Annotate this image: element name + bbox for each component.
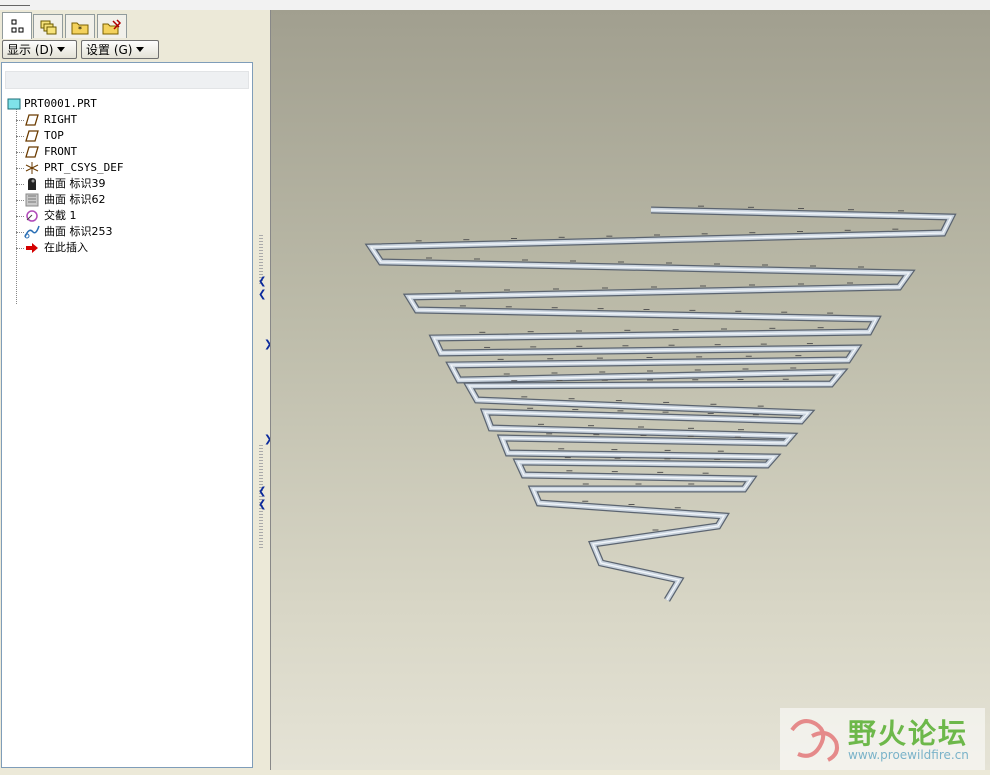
model-tree-icon bbox=[11, 19, 24, 33]
tree-item-label: RIGHT bbox=[44, 113, 78, 126]
favorites-tools-icon bbox=[102, 18, 122, 34]
show-dropdown-button[interactable]: 显示 (D) bbox=[2, 40, 77, 59]
splitter-grip[interactable] bbox=[259, 445, 263, 550]
watermark-brand: 野火论坛 bbox=[848, 717, 969, 750]
tree-connector bbox=[16, 216, 24, 217]
surface-icon bbox=[24, 177, 40, 191]
tree-item-front[interactable]: FRONT bbox=[2, 144, 252, 160]
chevron-down-icon bbox=[57, 47, 66, 52]
watermark-url: www.proewildfire.cn bbox=[848, 748, 969, 762]
datum-plane-icon bbox=[24, 145, 40, 159]
svg-text:*: * bbox=[78, 25, 82, 34]
tree-connector bbox=[16, 200, 24, 201]
tree-connector bbox=[16, 184, 24, 185]
tree-item-label: FRONT bbox=[44, 145, 78, 158]
3d-graphics-viewport[interactable] bbox=[270, 10, 990, 770]
tab-layers[interactable] bbox=[33, 14, 63, 38]
tree-item-surface-39[interactable]: 曲面 标识39 bbox=[2, 176, 252, 192]
sweep-surface-icon bbox=[24, 225, 40, 239]
tree-item-right[interactable]: RIGHT bbox=[2, 112, 252, 128]
tree-connector bbox=[16, 120, 24, 121]
settings-dropdown-button[interactable]: 设置 (G) bbox=[81, 40, 159, 59]
folder-browser-icon: * bbox=[71, 22, 89, 34]
tree-root-label: PRT0001.PRT bbox=[24, 97, 97, 110]
collapse-left-icon[interactable]: ❮ bbox=[258, 277, 266, 287]
spiral-pipe-model bbox=[364, 205, 957, 602]
tree-item-top[interactable]: TOP bbox=[2, 128, 252, 144]
tree-item-label: 曲面 标识62 bbox=[44, 193, 106, 206]
tab-model-tree[interactable] bbox=[2, 12, 32, 39]
tree-item-csys[interactable]: PRT_CSYS_DEF bbox=[2, 160, 252, 176]
tree-root[interactable]: PRT0001.PRT bbox=[2, 96, 252, 112]
surface-copy-icon bbox=[24, 193, 40, 207]
tree-item-label: 曲面 标识39 bbox=[44, 177, 106, 190]
watermark: 野火论坛 www.proewildfire.cn bbox=[780, 708, 985, 770]
tree-connector bbox=[16, 152, 24, 153]
tree-connector bbox=[16, 168, 24, 169]
collapse-left-icon[interactable]: ❮ bbox=[258, 500, 266, 510]
intersect-icon bbox=[24, 209, 40, 223]
tab-favorites-tools[interactable] bbox=[97, 14, 127, 38]
tree-item-label: TOP bbox=[44, 129, 64, 142]
navigator-tabs: * bbox=[0, 12, 257, 39]
panel-splitter[interactable]: ❮ ❮ ❯ ❯ ❮ ❮ bbox=[257, 10, 272, 775]
tree-connector bbox=[16, 136, 24, 137]
chevron-down-icon bbox=[136, 47, 145, 52]
tree-item-surface-253[interactable]: 曲面 标识253 bbox=[2, 224, 252, 240]
model-tree-panel: PRT0001.PRT RIGHT TOP FRONT PRT_CSYS_DEF… bbox=[1, 62, 253, 768]
tree-item-insert-here[interactable]: 在此插入 bbox=[2, 240, 252, 256]
insert-here-arrow-icon bbox=[24, 241, 40, 255]
settings-dropdown-label: 设置 (G) bbox=[86, 43, 133, 57]
coordinate-system-icon bbox=[24, 161, 40, 175]
tree-item-label: 曲面 标识253 bbox=[44, 225, 113, 238]
tree-item-label: PRT_CSYS_DEF bbox=[44, 161, 124, 174]
tree-item-intersect[interactable]: 交截 1 bbox=[2, 208, 252, 224]
tree-connector bbox=[16, 232, 24, 233]
datum-plane-icon bbox=[24, 113, 40, 127]
datum-plane-icon bbox=[24, 129, 40, 143]
navigator-panel: * 显示 (D) 设置 (G) PRT0001.PRT RIGHT TOP FR… bbox=[0, 10, 257, 775]
layers-icon bbox=[40, 20, 57, 34]
pipe-body bbox=[366, 207, 955, 602]
tree-connector bbox=[16, 248, 24, 249]
tab-folder-browser[interactable]: * bbox=[65, 14, 95, 38]
corner-mark bbox=[0, 0, 30, 6]
watermark-logo-icon bbox=[790, 719, 839, 762]
tree-item-label: 交截 1 bbox=[44, 209, 77, 222]
tree-item-surface-62[interactable]: 曲面 标识62 bbox=[2, 192, 252, 208]
tree-item-label: 在此插入 bbox=[44, 241, 88, 254]
part-icon bbox=[6, 97, 22, 111]
show-dropdown-label: 显示 (D) bbox=[7, 43, 54, 57]
model-tree: PRT0001.PRT RIGHT TOP FRONT PRT_CSYS_DEF… bbox=[2, 96, 252, 256]
bottom-strip bbox=[0, 770, 990, 775]
collapse-left-icon[interactable]: ❮ bbox=[258, 290, 266, 300]
tree-filter-bar[interactable] bbox=[5, 71, 249, 89]
collapse-left-icon[interactable]: ❮ bbox=[258, 487, 266, 497]
